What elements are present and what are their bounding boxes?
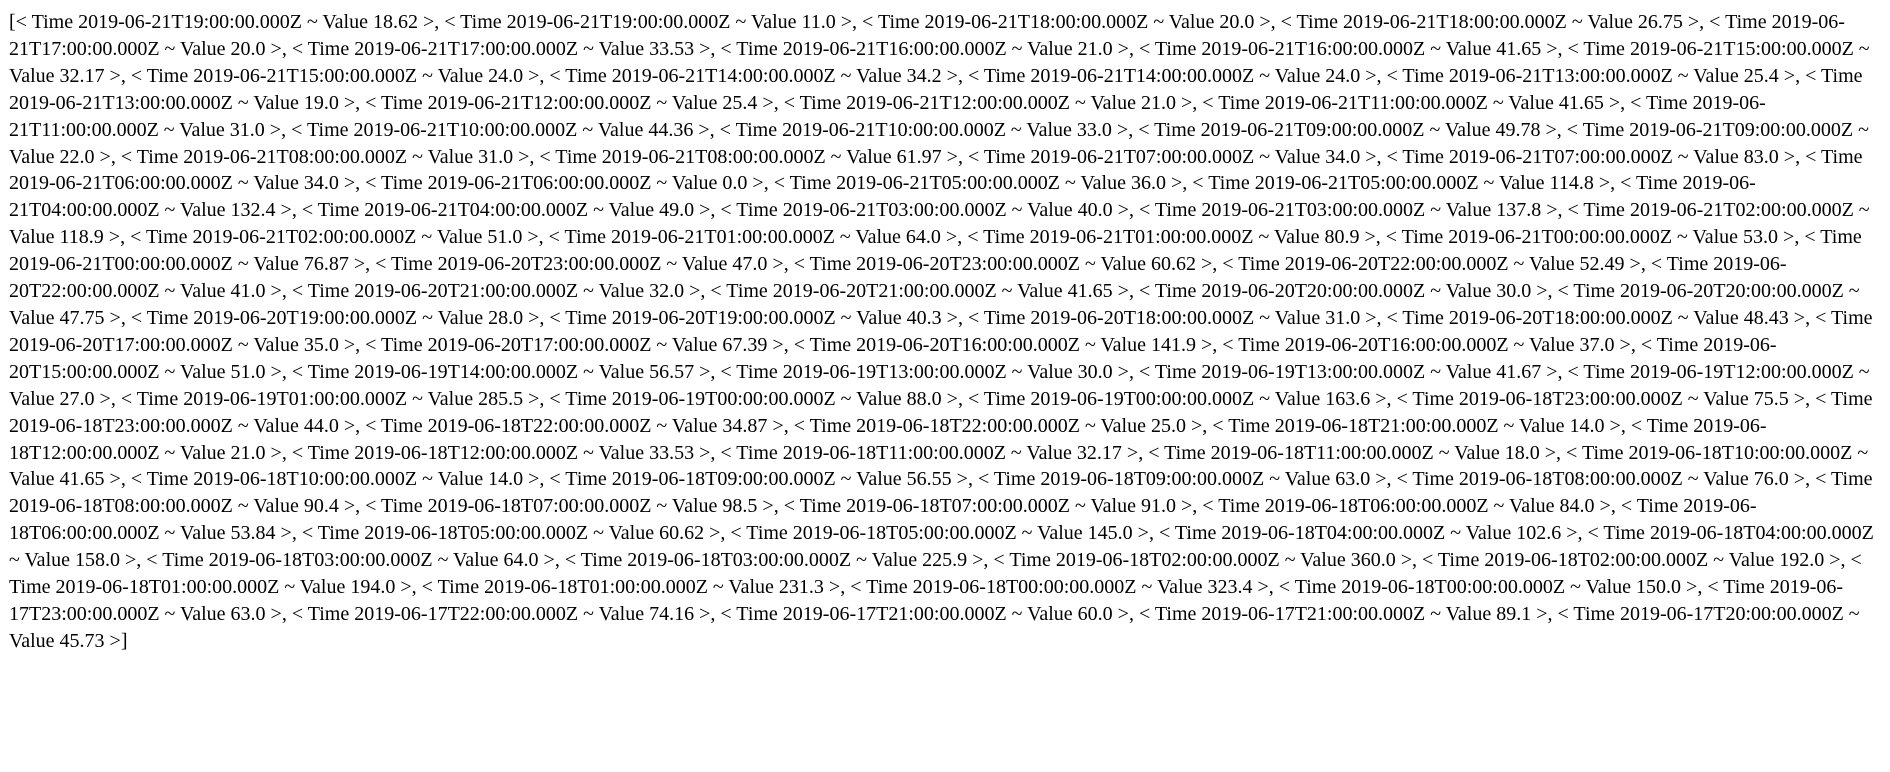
page: [< Time 2019-06-21T19:00:00.000Z ~ Value… [0, 0, 1890, 655]
raw-text-output: [< Time 2019-06-21T19:00:00.000Z ~ Value… [9, 11, 1874, 652]
